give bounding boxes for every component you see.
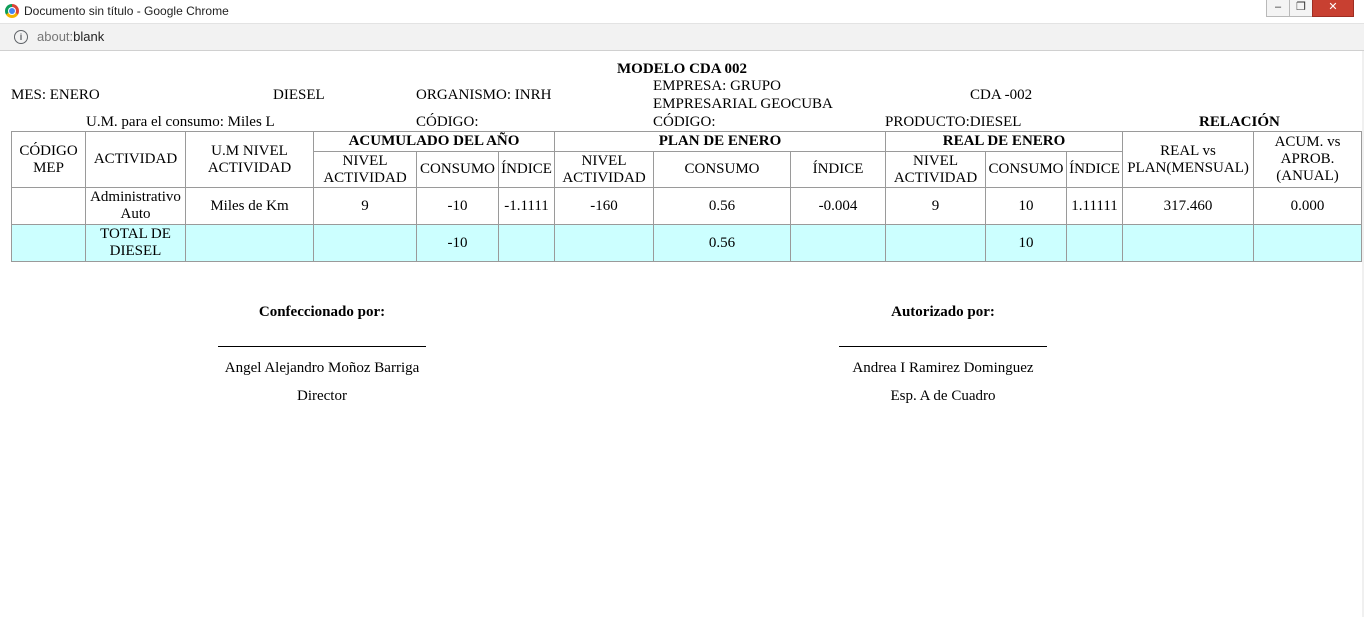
report-title: MODELO CDA 002: [617, 61, 748, 77]
page-content: MODELO CDA 002 MES: ENERO DIESEL ORGANIS…: [0, 51, 1364, 617]
header-plan: PLAN DE ENERO: [554, 131, 887, 152]
url-scheme: about:: [37, 29, 74, 44]
close-button[interactable]: ✕: [1312, 0, 1354, 17]
window-controls: – ❐ ✕: [1266, 0, 1354, 17]
minimize-button[interactable]: –: [1266, 0, 1290, 17]
header-um-nivel: U.M NIVEL ACTIVIDAD: [185, 131, 314, 188]
address-bar[interactable]: i about:blank: [0, 24, 1364, 51]
header-acum-nivel: NIVEL ACTIVIDAD: [313, 151, 417, 188]
cell-acum-consumo: -10: [416, 187, 499, 225]
total-cell-empty: [1122, 224, 1255, 262]
minimize-icon: –: [1274, 1, 1282, 13]
left-signature-name: Angel Alejandro Moñoz Barriga: [224, 360, 420, 376]
header-acum-indice: ÍNDICE: [497, 151, 556, 188]
header-plan-nivel: NIVEL ACTIVIDAD: [554, 151, 655, 188]
total-cell-empty: [1066, 224, 1124, 262]
organismo-label: ORGANISMO: INRH: [416, 87, 552, 103]
cell-plan-nivel: -160: [554, 187, 655, 225]
window-titlebar: Documento sin título - Google Chrome – ❐…: [0, 0, 1364, 24]
right-signature-name: Andrea I Ramirez Dominguez: [852, 360, 1034, 376]
cell-acum-vs-aprob: 0.000: [1253, 187, 1363, 225]
cell-acum-indice: -1.1111: [497, 187, 556, 225]
total-cell-empty: [185, 224, 314, 262]
header-codigo-mep: CÓDIGO MEP: [11, 131, 86, 188]
header-real-indice: ÍNDICE: [1066, 151, 1124, 188]
codigo-label-2: CÓDIGO:: [653, 114, 716, 130]
empresa-line2: EMPRESARIAL GEOCUBA: [653, 96, 833, 112]
header-acum-vs-aprob: ACUM. vs APROB. (ANUAL): [1253, 131, 1363, 188]
close-icon: ✕: [1328, 1, 1338, 13]
cell-plan-consumo: 0.56: [653, 187, 792, 225]
cda-table: CÓDIGO MEP ACTIVIDAD U.M NIVEL ACTIVIDAD…: [11, 131, 1363, 262]
cell-actividad: Administrativo Auto: [85, 187, 186, 225]
header-plan-consumo: CONSUMO: [653, 151, 792, 188]
chrome-logo-icon: [5, 4, 19, 18]
cell-real-nivel: 9: [885, 187, 987, 225]
total-cell-empty: [554, 224, 655, 262]
window-title: Documento sin título - Google Chrome: [24, 4, 229, 18]
cell-plan-indice: -0.004: [790, 187, 887, 225]
header-real: REAL DE ENERO: [885, 131, 1124, 152]
total-cell-empty: [885, 224, 987, 262]
cell-real-consumo: 10: [985, 187, 1068, 225]
left-signature-heading: Confeccionado por:: [258, 304, 386, 320]
table-header-row-1: CÓDIGO MEP ACTIVIDAD U.M NIVEL ACTIVIDAD…: [11, 131, 1363, 188]
header-acumulado: ACUMULADO DEL AÑO: [312, 131, 556, 152]
cell-real-vs-plan: 317.460: [1122, 187, 1255, 225]
restore-icon: ❐: [1296, 1, 1306, 13]
total-label: TOTAL DE DIESEL: [85, 224, 186, 262]
combustible-label: DIESEL: [273, 87, 325, 103]
left-signature-role: Director: [297, 388, 347, 404]
right-signature-line: [839, 346, 1047, 347]
cell-acum-nivel: 9: [313, 187, 417, 225]
total-cell-empty: [313, 224, 417, 262]
restore-button[interactable]: ❐: [1289, 0, 1313, 17]
left-signature-line: [218, 346, 426, 347]
total-cell-empty: [790, 224, 887, 262]
header-plan-indice: ÍNDICE: [790, 151, 887, 188]
total-cell-empty: [1253, 224, 1363, 262]
producto-label: PRODUCTO:DIESEL: [885, 114, 1022, 130]
total-acum-consumo: -10: [416, 224, 499, 262]
table-total-row: TOTAL DE DIESEL -10 0.56 10: [11, 224, 1363, 262]
right-signature-heading: Autorizado por:: [891, 304, 995, 320]
header-acum-consumo: CONSUMO: [416, 151, 499, 188]
cell-real-indice: 1.11111: [1066, 187, 1124, 225]
codigo-label-1: CÓDIGO:: [416, 114, 479, 130]
cda-label: CDA -002: [970, 87, 1033, 103]
header-real-consumo: CONSUMO: [985, 151, 1068, 188]
cell-um: Miles de Km: [185, 187, 314, 225]
right-signature-role: Esp. A de Cuadro: [890, 388, 996, 404]
info-icon[interactable]: i: [14, 30, 28, 44]
total-real-consumo: 10: [985, 224, 1068, 262]
url-path: blank: [73, 29, 105, 44]
total-cell-empty: [11, 224, 86, 262]
header-actividad: ACTIVIDAD: [85, 131, 186, 188]
total-cell-empty: [497, 224, 556, 262]
empresa-line1: EMPRESA: GRUPO: [653, 78, 781, 94]
cell-codigo-mep: [11, 187, 86, 225]
mes-label: MES: ENERO: [11, 87, 100, 103]
url-text[interactable]: about:blank: [37, 29, 104, 44]
header-real-vs-plan: REAL vs PLAN(MENSUAL): [1122, 131, 1255, 188]
header-real-nivel: NIVEL ACTIVIDAD: [885, 151, 987, 188]
relacion-label: RELACIÓN: [1199, 114, 1280, 130]
um-consumo-label: U.M. para el consumo: Miles L: [86, 114, 275, 130]
table-row: Administrativo Auto Miles de Km 9 -10 -1…: [11, 187, 1363, 225]
total-plan-consumo: 0.56: [653, 224, 792, 262]
